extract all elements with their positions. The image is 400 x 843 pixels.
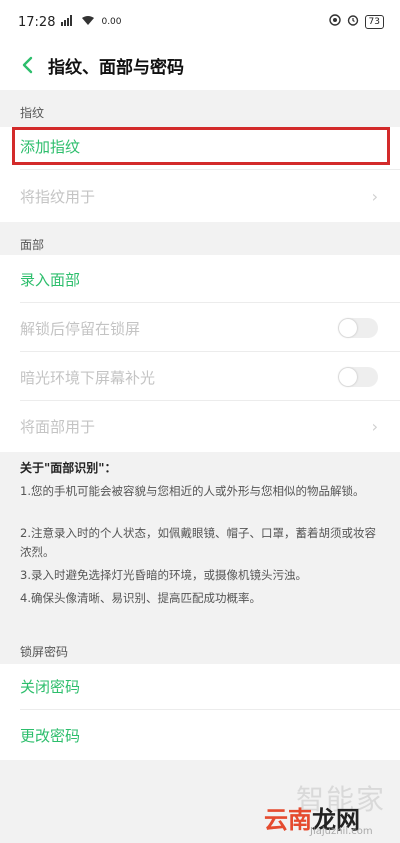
toggle-knob <box>339 368 357 386</box>
signal-bars-icon <box>61 14 75 30</box>
stay-on-lock-toggle[interactable] <box>338 318 378 338</box>
enroll-face-label: 录入面部 <box>20 270 81 289</box>
chevron-right-icon: › <box>371 416 378 436</box>
section-label-lock-password: 锁屏密码 <box>20 645 69 659</box>
turn-off-password-label: 关闭密码 <box>20 677 81 696</box>
about-face-title: 关于"面部识别"： <box>20 461 117 475</box>
dark-fill-light-label: 暗光环境下屏幕补光 <box>20 368 156 387</box>
about-face-item-1: 1.您的手机可能会被容貌与您相近的人或外形与您相似的物品解锁。 <box>20 484 365 498</box>
about-face-item-2: 2.注意录入时的个人状态，如佩戴眼镜、帽子、口罩，蓄着胡须或妆容浓烈。 <box>20 526 376 559</box>
section-header-face <box>0 222 400 255</box>
chevron-right-icon: › <box>371 186 378 206</box>
battery-indicator: 73 <box>364 15 384 29</box>
stay-on-lock-row[interactable]: 解锁后停留在锁屏 <box>0 304 400 352</box>
wifi-icon <box>81 15 95 30</box>
alarm-icon <box>347 14 359 30</box>
section-label-fingerprint: 指纹 <box>20 106 45 120</box>
page-title: 指纹、面部与密码 <box>48 57 184 78</box>
about-face-item-4: 4.确保头像清晰、易识别、提高匹配成功概率。 <box>20 591 261 605</box>
change-password-label: 更改密码 <box>20 726 81 745</box>
face-use-row[interactable]: 将面部用于 › <box>0 402 400 450</box>
dark-fill-light-row[interactable]: 暗光环境下屏幕补光 <box>0 353 400 401</box>
dark-fill-light-toggle[interactable] <box>338 367 378 387</box>
fingerprint-use-row[interactable]: 将指纹用于 › <box>0 172 400 220</box>
watermark-url: Jiajuzhil.com <box>310 826 373 837</box>
fingerprint-use-label: 将指纹用于 <box>20 187 96 206</box>
watermark-brand-main: 云南 <box>264 806 312 834</box>
network-speed: 0.00 <box>101 17 122 27</box>
about-face-item-3: 3.录入时避免选择灯光昏暗的环境，或摄像机镜头污浊。 <box>20 568 307 582</box>
status-time: 17:28 <box>18 14 56 30</box>
chevron-left-icon[interactable] <box>12 50 42 80</box>
turn-off-password-row[interactable]: 关闭密码 <box>0 662 400 710</box>
status-bar: 17:28 0.00 73 <box>0 0 400 44</box>
highlight-box <box>12 127 390 165</box>
status-left: 17:28 0.00 <box>18 14 122 30</box>
enroll-face-row[interactable]: 录入面部 <box>0 255 400 303</box>
page-header: 指纹、面部与密码 <box>0 44 400 86</box>
section-label-face: 面部 <box>20 238 45 252</box>
change-password-row[interactable]: 更改密码 <box>0 711 400 759</box>
status-right: 73 <box>328 14 384 30</box>
toggle-knob <box>339 319 357 337</box>
location-icon <box>328 14 341 30</box>
face-use-label: 将面部用于 <box>20 417 96 436</box>
stay-on-lock-label: 解锁后停留在锁屏 <box>20 319 141 338</box>
